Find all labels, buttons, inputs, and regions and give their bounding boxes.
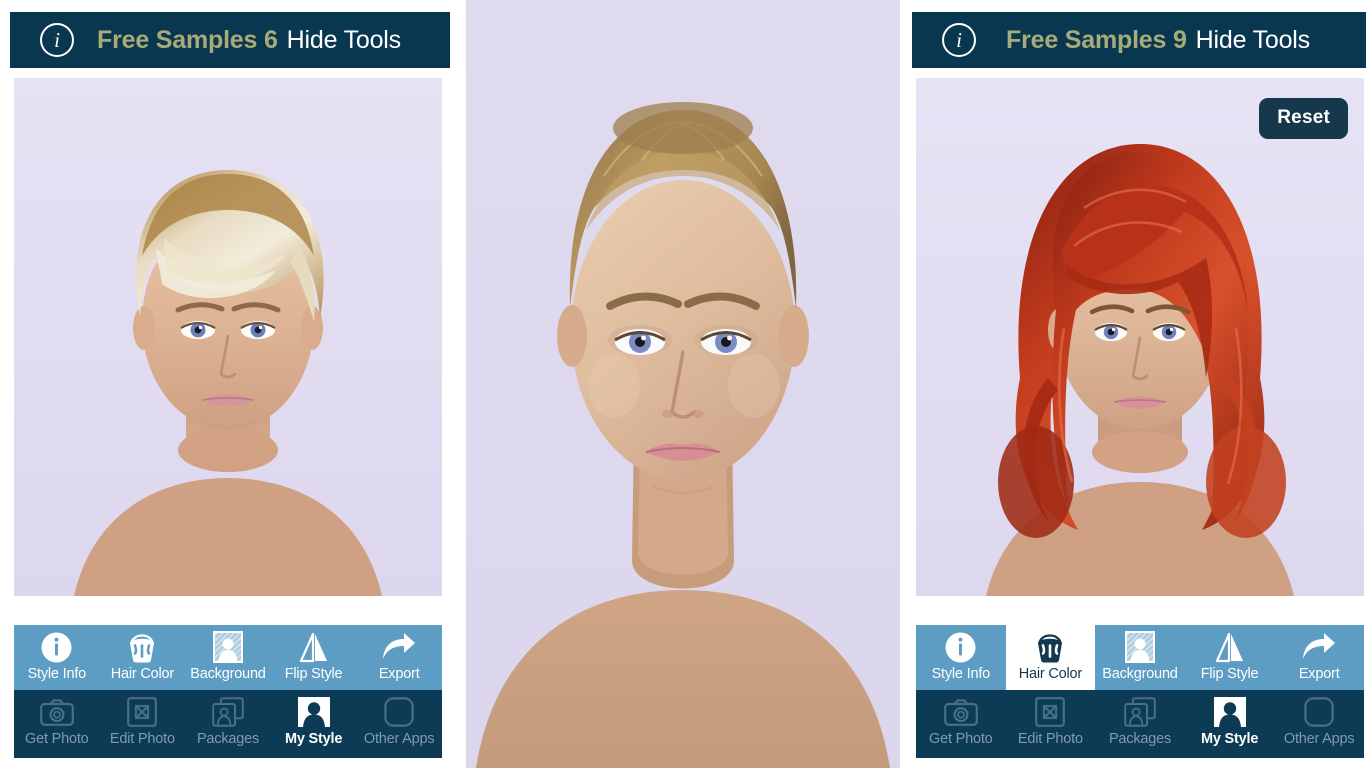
tool-hair-color[interactable]: Hair Color <box>100 625 186 690</box>
nav-label: Edit Photo <box>1017 731 1083 747</box>
tool-label: Style Info <box>27 666 87 682</box>
portrait-short-blonde-pixie <box>14 78 442 596</box>
tool-export[interactable]: Export <box>1274 625 1364 690</box>
portrait-blonde-pulled-back <box>466 0 900 768</box>
app-screenshot-collage: i Free Samples 6 Hide Tools Style Info H… <box>0 0 1366 768</box>
panel-center <box>466 0 900 768</box>
flip-mirror-icon <box>1185 630 1275 664</box>
panel-left: i Free Samples 6 Hide Tools Style Info H… <box>0 0 452 768</box>
nav-label: Packages <box>196 731 260 747</box>
header-titles-left: Free Samples 6 Hide Tools <box>74 26 450 55</box>
tool-hair-color[interactable]: Hair Color <box>1005 625 1096 690</box>
person-square-icon <box>185 630 271 664</box>
flip-mirror-icon <box>271 630 357 664</box>
hide-tools-button[interactable]: Hide Tools <box>1196 26 1310 55</box>
nav-my-style[interactable]: My Style <box>271 690 357 758</box>
rounded-square-icon <box>356 695 442 729</box>
tool-label: Flip Style <box>284 666 343 682</box>
reset-button[interactable]: Reset <box>1259 98 1348 139</box>
free-samples-label[interactable]: Free Samples 6 <box>97 26 278 55</box>
paint-bucket-icon <box>100 630 186 664</box>
paint-bucket-icon <box>1006 630 1096 664</box>
tool-background[interactable]: Background <box>185 625 271 690</box>
info-circle-icon <box>14 630 100 664</box>
nav-other-apps[interactable]: Other Apps <box>356 690 442 758</box>
tool-flip-style[interactable]: Flip Style <box>1185 625 1275 690</box>
tool-label: Background <box>1102 666 1178 682</box>
photo-preview-center[interactable] <box>466 0 900 768</box>
tool-label: Style Info <box>931 666 991 682</box>
nav-edit-photo[interactable]: Edit Photo <box>1006 690 1096 758</box>
info-circle-icon[interactable]: i <box>942 23 976 57</box>
tool-style-info[interactable]: Style Info <box>14 625 100 690</box>
tool-label: Hair Color <box>110 666 175 682</box>
header-bar-right: i Free Samples 9 Hide Tools <box>912 12 1366 68</box>
photo-preview-right[interactable]: Reset <box>916 78 1364 596</box>
nav-label: Edit Photo <box>109 731 175 747</box>
tool-label: Flip Style <box>1200 666 1259 682</box>
tool-flip-style[interactable]: Flip Style <box>271 625 357 690</box>
toolbar-left: Style Info Hair Color Background Flip St… <box>14 625 442 758</box>
person-filled-icon <box>271 695 357 729</box>
tool-background[interactable]: Background <box>1095 625 1185 690</box>
expand-arrows-icon <box>1006 695 1096 729</box>
toolbar-row-nav-left: Get Photo Edit Photo Packages My Style O… <box>14 690 442 758</box>
photo-preview-left[interactable] <box>14 78 442 596</box>
portrait-red-wavy-hair <box>916 78 1364 596</box>
expand-arrows-icon <box>100 695 186 729</box>
toolbar-row-tools-right: Style Info Hair Color Background Flip St… <box>916 625 1364 690</box>
toolbar-row-nav-right: Get Photo Edit Photo Packages My Style O… <box>916 690 1364 758</box>
share-arrow-icon <box>1274 630 1364 664</box>
nav-get-photo[interactable]: Get Photo <box>14 690 100 758</box>
nav-label: Get Photo <box>25 731 89 747</box>
tool-label: Export <box>378 666 420 682</box>
nav-my-style[interactable]: My Style <box>1185 690 1275 758</box>
stacked-cards-icon <box>185 695 271 729</box>
toolbar-row-tools-left: Style Info Hair Color Background Flip St… <box>14 625 442 690</box>
nav-get-photo[interactable]: Get Photo <box>916 690 1006 758</box>
share-arrow-icon <box>356 630 442 664</box>
nav-label: Get Photo <box>929 731 993 747</box>
panel-right: i Free Samples 9 Hide Tools Reset Style … <box>912 0 1366 768</box>
tool-export[interactable]: Export <box>356 625 442 690</box>
nav-label: Other Apps <box>1283 731 1355 747</box>
toolbar-right: Style Info Hair Color Background Flip St… <box>916 625 1364 758</box>
info-circle-icon[interactable]: i <box>40 23 74 57</box>
nav-packages[interactable]: Packages <box>1095 690 1185 758</box>
person-filled-icon <box>1185 695 1275 729</box>
info-circle-icon <box>916 630 1006 664</box>
camera-icon <box>916 695 1006 729</box>
nav-edit-photo[interactable]: Edit Photo <box>100 690 186 758</box>
rounded-square-icon <box>1274 695 1364 729</box>
nav-packages[interactable]: Packages <box>185 690 271 758</box>
nav-label: Other Apps <box>363 731 435 747</box>
hide-tools-button[interactable]: Hide Tools <box>287 26 401 55</box>
header-bar-left: i Free Samples 6 Hide Tools <box>10 12 450 68</box>
tool-label: Background <box>190 666 266 682</box>
nav-label: My Style <box>284 731 343 747</box>
camera-icon <box>14 695 100 729</box>
nav-other-apps[interactable]: Other Apps <box>1274 690 1364 758</box>
tool-label: Export <box>1298 666 1340 682</box>
tool-label: Hair Color <box>1018 666 1083 682</box>
nav-label: Packages <box>1108 731 1172 747</box>
free-samples-label[interactable]: Free Samples 9 <box>1006 26 1187 55</box>
stacked-cards-icon <box>1095 695 1185 729</box>
tool-style-info[interactable]: Style Info <box>916 625 1006 690</box>
nav-label: My Style <box>1200 731 1259 747</box>
person-square-icon <box>1095 630 1185 664</box>
header-titles-right: Free Samples 9 Hide Tools <box>976 26 1366 55</box>
